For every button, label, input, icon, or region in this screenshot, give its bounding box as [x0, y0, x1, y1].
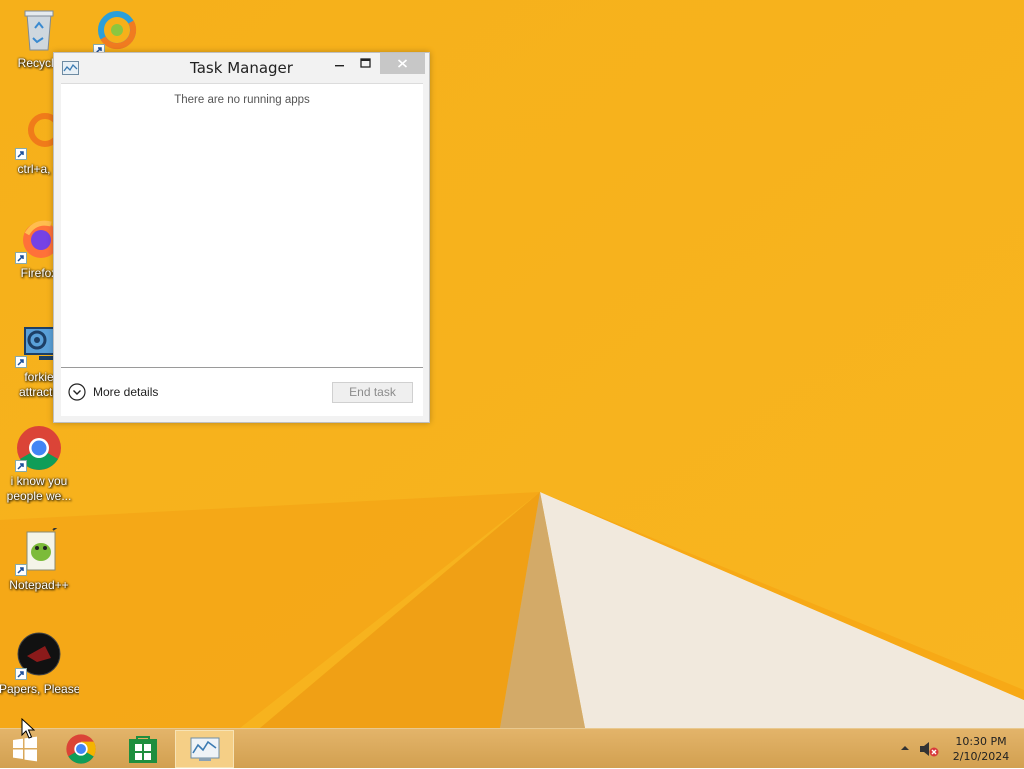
end-task-button[interactable]: End task — [332, 382, 413, 403]
shortcut-arrow-icon — [15, 460, 27, 472]
maximize-button[interactable] — [356, 53, 376, 74]
desktop-icon-notepadpp[interactable]: Notepad++ — [0, 528, 79, 593]
desktop-icon-label: Papers, Please — [0, 682, 79, 696]
taskbar-chrome-button[interactable] — [52, 729, 110, 769]
chevron-down-circle-icon — [68, 383, 86, 401]
mouse-cursor-icon — [21, 718, 35, 739]
taskbar: 10:30 PM 2/10/2024 — [0, 728, 1024, 768]
close-icon — [397, 59, 408, 68]
desktop-icon-label: i know you — [10, 474, 68, 488]
volume-muted-icon[interactable] — [918, 740, 940, 758]
recycle-bin-icon — [15, 6, 63, 54]
store-icon — [129, 736, 157, 763]
browser-swirl-icon — [93, 8, 141, 56]
more-details-button[interactable]: More details — [68, 381, 158, 403]
taskbar-task-manager-button[interactable] — [175, 730, 234, 768]
shortcut-arrow-icon — [15, 564, 27, 576]
show-hidden-icons-icon[interactable] — [899, 743, 911, 753]
task-manager-window[interactable]: Task Manager There are no running apps M… — [53, 52, 430, 423]
shortcut-arrow-icon — [15, 668, 27, 680]
minimize-button[interactable] — [330, 53, 350, 74]
shortcut-arrow-icon — [15, 148, 27, 160]
desktop-icon-browser[interactable] — [77, 8, 157, 58]
clock-time: 10:30 PM — [955, 735, 1007, 748]
notepadpp-icon — [15, 528, 63, 576]
empty-state-message: There are no running apps — [174, 94, 310, 106]
clock-date: 2/10/2024 — [952, 750, 1010, 763]
more-details-label: More details — [93, 385, 159, 399]
shortcut-arrow-icon — [15, 252, 27, 264]
app-list-area: There are no running apps — [61, 83, 423, 368]
close-button[interactable] — [380, 53, 425, 74]
desktop-icon-label-line2: people we... — [6, 489, 72, 503]
desktop-icon-chrome-shortcut[interactable]: i know you people we... — [0, 424, 79, 504]
taskbar-store-button[interactable] — [114, 729, 172, 769]
chrome-icon — [15, 424, 63, 472]
chrome-icon — [66, 734, 96, 764]
maximize-icon — [360, 58, 371, 68]
minimize-icon — [335, 65, 344, 67]
window-footer: More details End task — [61, 368, 423, 416]
desktop: Recycle ctrl+a, e Firefox forkie attract… — [0, 0, 1024, 728]
papers-please-icon — [15, 632, 63, 680]
desktop-icon-papers-please[interactable]: Papers, Please — [0, 632, 79, 697]
desktop-icon-label: Notepad++ — [9, 578, 69, 592]
shortcut-arrow-icon — [15, 356, 27, 368]
taskbar-clock[interactable]: 10:30 PM 2/10/2024 — [946, 734, 1016, 764]
task-manager-icon — [190, 737, 219, 761]
title-bar[interactable]: Task Manager — [54, 53, 429, 83]
